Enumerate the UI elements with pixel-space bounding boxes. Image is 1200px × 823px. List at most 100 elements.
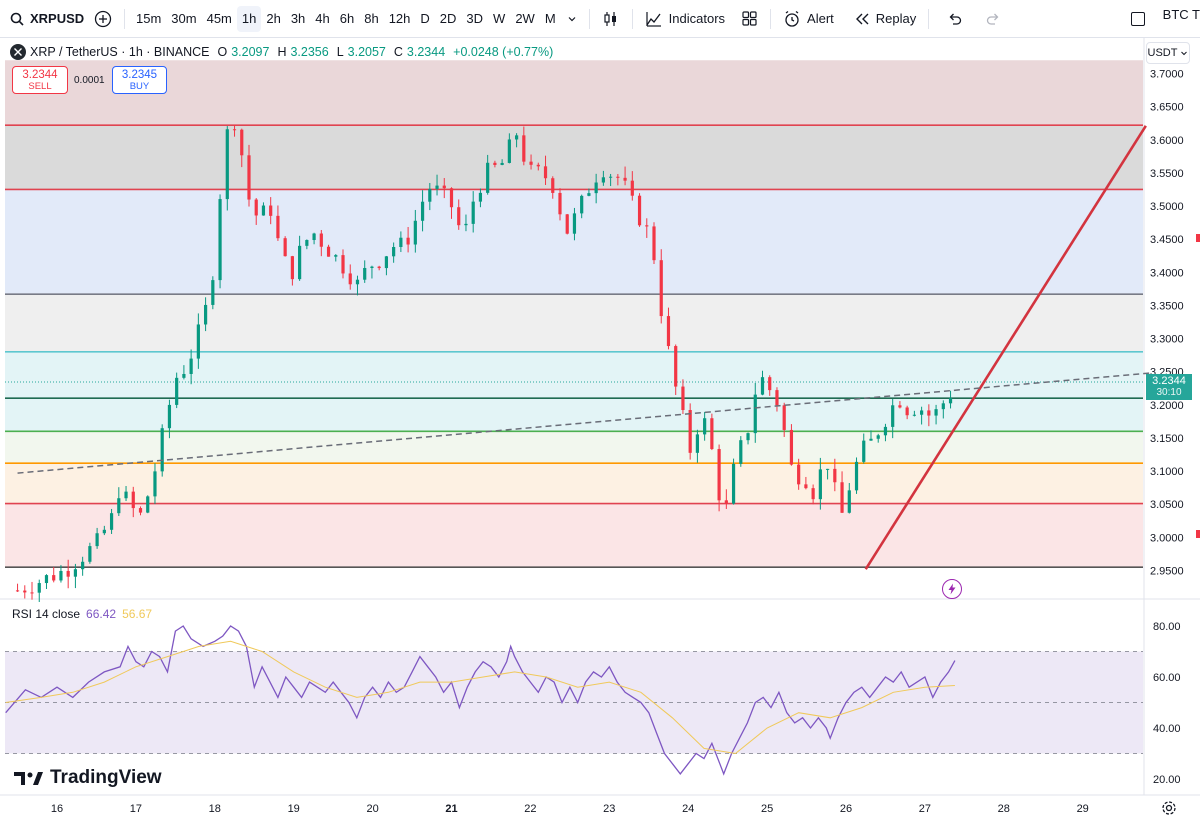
symbol-search[interactable]: XRPUSD [0,11,88,26]
redo-button[interactable] [979,6,1007,32]
interval-dropdown-button[interactable] [561,6,583,32]
candle-body [73,569,78,577]
toolbar-divider [124,8,125,29]
time-tick-label: 16 [51,803,63,815]
undo-button[interactable] [941,6,969,32]
candle-body [377,266,381,269]
candle-body [869,438,873,441]
time-tick-label: 23 [603,803,615,815]
rsi-tick-label: 60.00 [1153,672,1181,684]
interval-3d[interactable]: 3D [461,6,488,32]
interval-45m[interactable]: 45m [202,6,237,32]
candle-body [695,434,700,453]
candle-body [493,162,497,165]
legend-close-key: C [393,45,403,59]
candle-body [630,180,634,196]
compare-symbol-toggle[interactable]: BTC T [1125,6,1200,32]
indicators-button[interactable]: Indicators [639,6,731,32]
tradingview-wordmark: TradingView [50,767,162,788]
candle-body [500,162,504,165]
rsi-tick-label: 80.00 [1153,621,1181,633]
search-icon [10,12,24,26]
chart-canvas[interactable]: 3.7000 3.6500 3.6000 3.5500 3.5000 3.4500 3.40… [0,38,1200,823]
bar-countdown: 30:10 [1156,387,1182,398]
interval-2h[interactable]: 2h [261,6,285,32]
candle-body [580,195,584,214]
toolbar-divider [588,8,590,29]
legend-low: 3.2057 [347,45,386,59]
interval-w[interactable]: W [488,6,510,32]
candle-body [652,226,656,261]
sell-price: 3.2344 [22,69,58,81]
templates-button[interactable] [735,6,764,32]
candle-body [232,129,237,131]
candle-body [471,201,475,224]
buy-button[interactable]: 3.2345 BUY [112,66,167,94]
candle-body [601,177,605,183]
candle-body [883,426,888,436]
checkbox-icon[interactable] [1130,11,1145,26]
candle-body [196,324,200,359]
candle-body [948,398,953,404]
rewind-icon [855,13,869,24]
lightning-icon[interactable] [942,579,962,599]
tradingview-logo[interactable]: TradingView [14,767,162,789]
interval-4h[interactable]: 4h [310,6,334,32]
price-tick-label: 3.4000 [1150,267,1184,279]
price-tick-label: 3.1500 [1150,433,1184,445]
candle-body [420,201,425,221]
alert-button[interactable]: Alert [777,6,840,32]
price-tick-label: 3.3500 [1150,300,1184,312]
interval-8h[interactable]: 8h [359,6,383,32]
bolt-icon [948,583,956,595]
chart-type-button[interactable] [596,6,626,32]
currency-selector[interactable]: USDT [1146,42,1190,64]
interval-12h[interactable]: 12h [384,6,416,32]
candle-body [507,139,511,163]
interval-30m[interactable]: 30m [166,6,201,32]
interval-15m[interactable]: 15m [131,6,166,32]
candle-body [399,237,403,247]
interval-2d[interactable]: 2D [435,6,462,32]
interval-6h[interactable]: 6h [335,6,359,32]
price-tick-label: 3.7000 [1150,69,1184,81]
interval-m[interactable]: M [540,6,561,32]
interval-3h[interactable]: 3h [286,6,310,32]
candle-body [905,407,909,416]
interval-d[interactable]: D [415,6,434,32]
candle-body [681,386,685,411]
candle-body [724,500,728,504]
candle-body [529,161,533,165]
candle-body [153,471,157,497]
zone-band [5,503,1143,568]
candle-body [710,418,714,450]
candle-body [341,255,345,274]
candle-body [175,377,179,405]
interval-1h[interactable]: 1h [236,5,262,32]
alarm-clock-icon [785,10,799,27]
interval-2w[interactable]: 2W [510,6,540,32]
price-tick-label: 3.6000 [1150,135,1184,147]
candle-body [95,533,99,547]
time-tick-label: 28 [998,803,1010,815]
candle-body [797,464,801,485]
price-tick-label: 3.5000 [1150,201,1184,213]
candle-body [464,223,468,226]
candle-body [44,575,49,584]
candle-body [782,405,786,430]
price-scale-marker [1196,530,1200,538]
interval-list: 15m 30m 45m 1h 2h 3h 4h 6h 8h 12h D 2D 3D W 2W M [131,5,561,32]
symbol-label: XRPUSD [30,11,85,26]
candle-body [124,491,128,499]
price-tick-label: 3.6500 [1150,102,1184,114]
replay-button[interactable]: Replay [848,6,922,32]
sell-button[interactable]: 3.2344 SELL [12,66,68,94]
candle-body [370,266,374,268]
candle-body [753,394,757,434]
candle-body [355,279,360,285]
compare-add-button[interactable] [88,6,118,32]
time-tick-label: 27 [919,803,931,815]
candle-body [847,490,851,513]
gear-icon[interactable] [1161,800,1177,816]
rsi-tick-label: 20.00 [1153,774,1181,786]
